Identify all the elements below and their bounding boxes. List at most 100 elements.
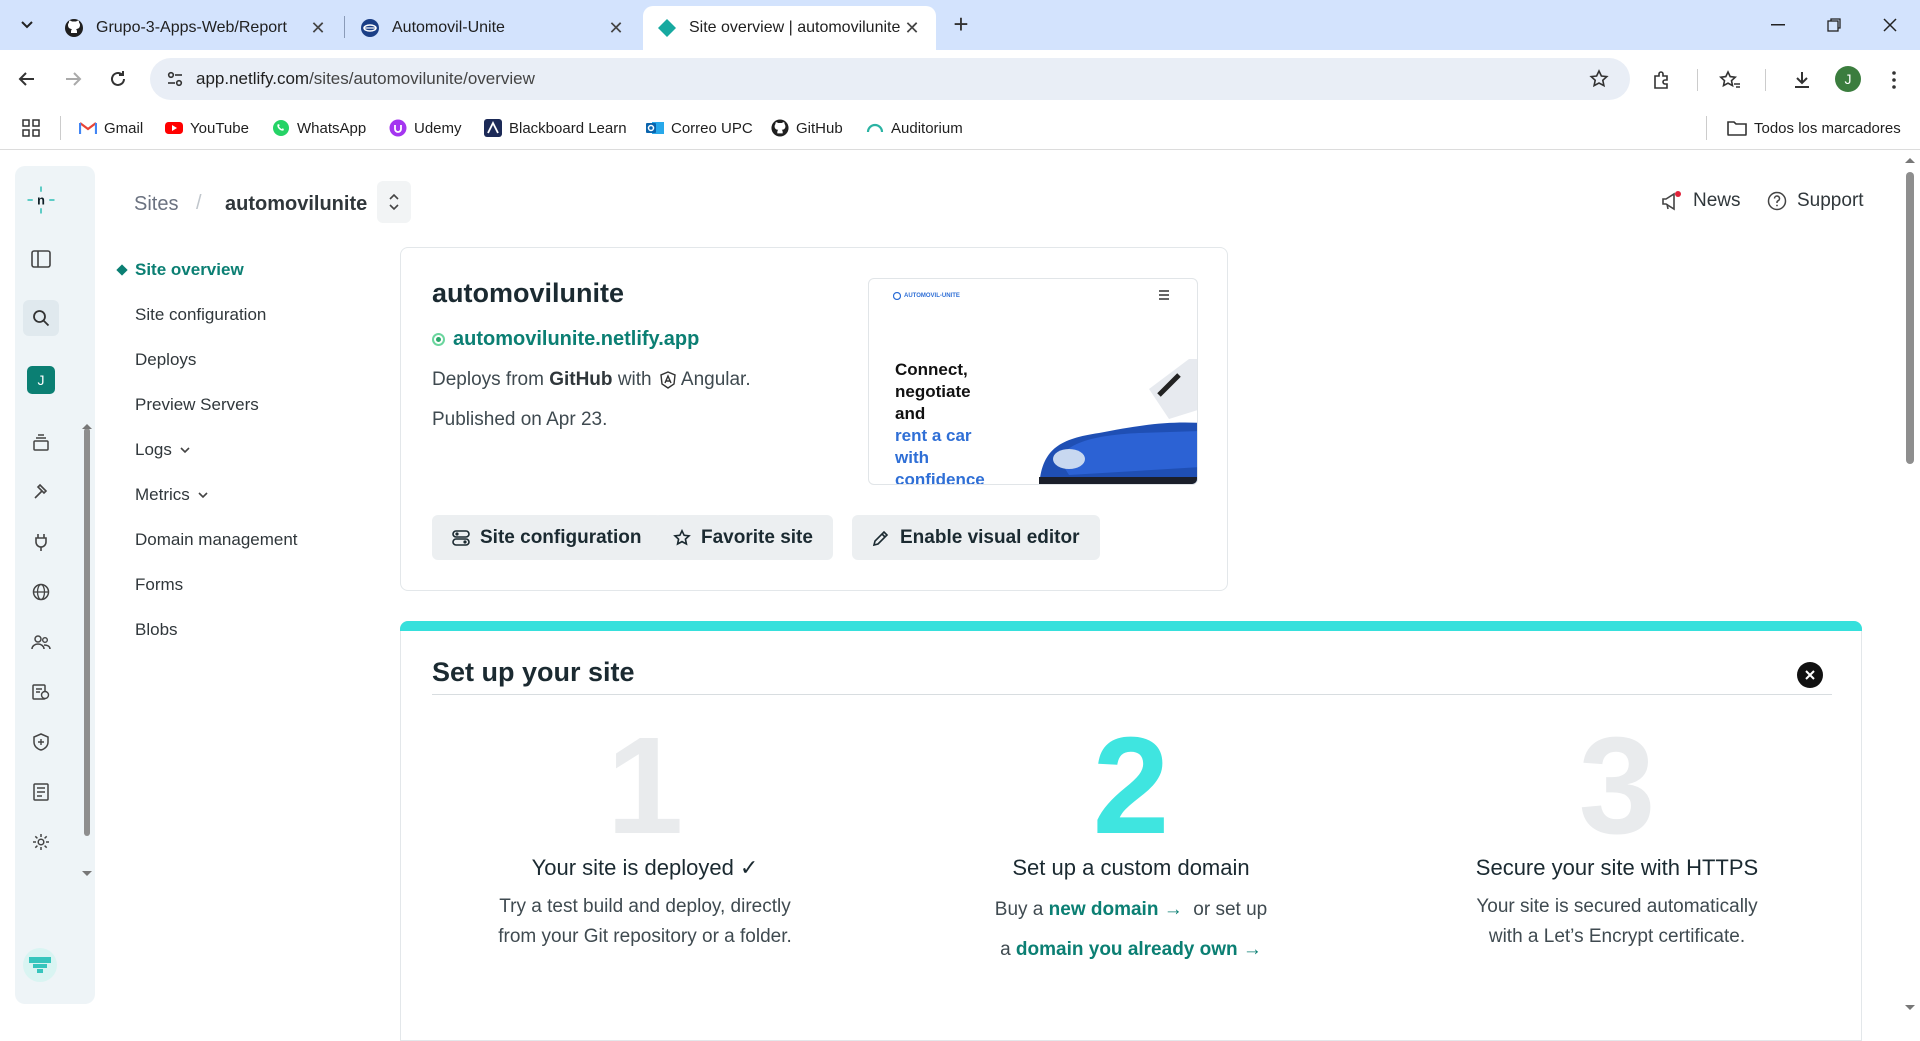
gmail-icon <box>79 122 97 134</box>
rail-scroll-down-icon[interactable] <box>81 870 93 878</box>
rail-integrations[interactable] <box>26 527 56 557</box>
netlify-logo[interactable]: n <box>26 185 56 215</box>
dismiss-setup-button[interactable] <box>1797 662 1823 688</box>
arrow-right-icon <box>66 72 82 86</box>
reload-icon <box>111 71 125 86</box>
bookmark-star-icon[interactable] <box>1589 69 1609 89</box>
rail-builds[interactable] <box>26 477 56 507</box>
support-button[interactable]: Support <box>1767 190 1864 212</box>
tab-github-report[interactable]: Grupo-3-Apps-Web/Report ✕ <box>50 6 342 50</box>
bookmark-whatsapp[interactable]: WhatsApp <box>272 116 366 140</box>
nav-site-configuration[interactable]: Site configuration <box>135 305 266 325</box>
rail-billing[interactable] <box>26 677 56 707</box>
breadcrumb-sites-link[interactable]: Sites <box>134 193 178 216</box>
forward-button[interactable] <box>58 64 88 94</box>
enable-visual-editor-button[interactable]: Enable visual editor <box>852 515 1100 560</box>
new-domain-link[interactable]: new domain → <box>1049 899 1183 920</box>
pencil-icon <box>872 530 889 546</box>
tab-search-button[interactable] <box>14 12 40 38</box>
user-avatar[interactable] <box>20 945 60 985</box>
reload-button[interactable] <box>103 64 133 94</box>
tab-title: Automovil-Unite <box>392 19 505 36</box>
rail-domains[interactable] <box>26 577 56 607</box>
site-switcher-button[interactable] <box>377 181 411 223</box>
document-list-icon <box>33 783 49 801</box>
address-bar[interactable]: app.netlify.com/sites/automovilunite/ove… <box>150 58 1630 100</box>
rail-logs[interactable] <box>26 777 56 807</box>
chevron-down-icon <box>180 447 190 454</box>
tab-automovil-unite[interactable]: Automovil-Unite ✕ <box>346 6 640 50</box>
rail-sites[interactable] <box>26 428 56 458</box>
bookmark-youtube[interactable]: YouTube <box>165 116 249 140</box>
restore-button[interactable] <box>1814 8 1854 42</box>
chrome-menu-button[interactable] <box>1880 66 1908 94</box>
team-members-icon <box>31 635 51 650</box>
favorites-button[interactable] <box>1716 66 1744 94</box>
apps-button[interactable] <box>22 116 40 140</box>
breadcrumb-separator: / <box>196 192 202 214</box>
close-tab-icon[interactable]: ✕ <box>902 18 922 38</box>
existing-domain-link[interactable]: domain you already own → <box>1016 939 1262 960</box>
page-scrollbar-thumb[interactable] <box>1906 172 1914 464</box>
close-tab-icon[interactable]: ✕ <box>606 18 626 38</box>
rail-settings[interactable] <box>26 827 56 857</box>
search-button[interactable] <box>23 300 59 336</box>
active-indicator <box>116 264 128 276</box>
svg-text:n: n <box>37 193 45 208</box>
rail-members[interactable] <box>26 627 56 657</box>
nav-domain-management[interactable]: Domain management <box>135 530 298 550</box>
bookmark-github[interactable]: GitHub <box>771 116 843 140</box>
nav-forms[interactable]: Forms <box>135 575 183 595</box>
minimize-button[interactable] <box>1758 8 1798 42</box>
site-preview-thumbnail[interactable]: AUTOMOVIL-UNITE Connect, negotiate and r… <box>868 278 1198 485</box>
shield-icon <box>33 733 49 751</box>
step-number: 2 <box>1092 709 1170 863</box>
deploys-with: with <box>617 369 652 390</box>
nav-blobs[interactable]: Blobs <box>135 620 178 640</box>
gear-icon <box>33 834 49 850</box>
nav-site-overview[interactable]: Site overview <box>116 260 244 280</box>
close-tab-icon[interactable]: ✕ <box>308 18 328 38</box>
outlook-icon <box>646 122 664 134</box>
scroll-up-arrow-icon[interactable] <box>1904 156 1916 164</box>
rail-scrollbar[interactable] <box>84 428 90 836</box>
bookmark-label: Gmail <box>104 119 144 137</box>
new-tab-button[interactable]: + <box>946 11 976 38</box>
extensions-button[interactable] <box>1648 66 1676 94</box>
tab-netlify-overview[interactable]: Site overview | automovilunite | ✕ <box>643 6 936 50</box>
close-window-button[interactable] <box>1870 8 1910 42</box>
rail-scroll-up-icon[interactable] <box>81 422 93 430</box>
profile-avatar[interactable]: J <box>1835 66 1861 92</box>
bookmark-auditorium[interactable]: Auditorium <box>866 116 963 140</box>
downloads-button[interactable] <box>1788 66 1816 94</box>
rail-security[interactable] <box>26 727 56 757</box>
bookmark-label: GitHub <box>796 119 843 137</box>
nav-label: Logs <box>135 440 172 459</box>
toggle-sidebar-button[interactable] <box>26 244 56 274</box>
site-info-icon[interactable] <box>166 70 184 88</box>
step-text-line: from your Git repository or a folder. <box>498 926 792 947</box>
nav-preview-servers[interactable]: Preview Servers <box>135 395 259 415</box>
bookmark-udemy[interactable]: Udemy <box>389 116 462 140</box>
bookmark-label: Auditorium <box>891 119 963 137</box>
site-url-link[interactable]: automovilunite.netlify.app <box>432 328 699 351</box>
toolbar-divider <box>1764 66 1766 94</box>
back-button[interactable] <box>12 64 42 94</box>
scroll-down-arrow-icon[interactable] <box>1904 1004 1916 1012</box>
nav-label: Forms <box>135 575 184 594</box>
nav-metrics[interactable]: Metrics <box>135 485 209 505</box>
news-button[interactable]: News <box>1661 190 1741 212</box>
bookmark-gmail[interactable]: Gmail <box>79 116 143 140</box>
all-bookmarks-folder[interactable]: Todos los marcadores <box>1727 116 1901 140</box>
blackboard-icon <box>484 119 502 137</box>
arrow-left-icon <box>18 72 34 86</box>
avatar-icon <box>23 948 57 982</box>
bookmark-correo-upc[interactable]: Correo UPC <box>646 116 753 140</box>
nav-logs[interactable]: Logs <box>135 440 191 460</box>
favorite-site-button[interactable]: Favorite site <box>653 515 833 560</box>
site-configuration-button[interactable]: Site configuration <box>432 515 662 560</box>
team-avatar[interactable]: J <box>27 366 55 394</box>
bookmark-blackboard[interactable]: Blackboard Learn <box>484 116 627 140</box>
setup-divider <box>432 694 1832 695</box>
nav-deploys[interactable]: Deploys <box>135 350 196 370</box>
